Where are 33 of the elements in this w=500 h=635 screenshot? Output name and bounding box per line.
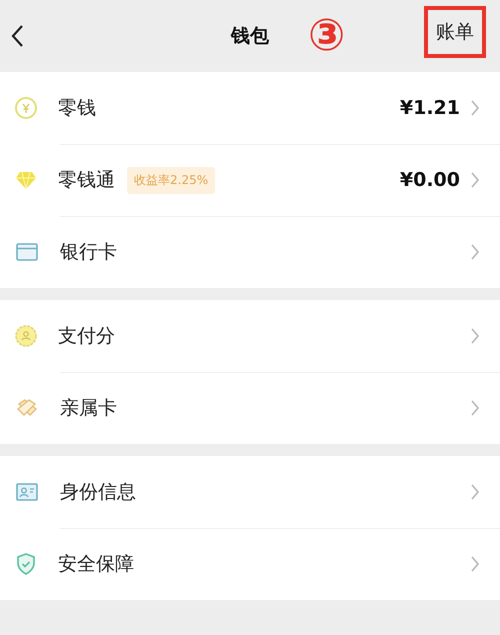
chevron-icon bbox=[470, 243, 480, 261]
item-label: 零钱 bbox=[58, 96, 96, 121]
chevron-icon bbox=[470, 555, 480, 573]
id-card-icon bbox=[14, 480, 40, 504]
menu-item[interactable]: 亲属卡 bbox=[0, 372, 500, 444]
menu-item[interactable]: 零钱通 收益率2.25% ¥0.00 bbox=[0, 144, 500, 216]
coin-icon bbox=[14, 96, 38, 120]
menu-item[interactable]: 零钱 ¥1.21 bbox=[0, 72, 500, 144]
item-label: 银行卡 bbox=[60, 240, 117, 265]
menu-item[interactable]: 安全保障 bbox=[0, 528, 500, 600]
bill-button[interactable]: 账单 bbox=[424, 6, 486, 58]
shield-icon bbox=[14, 552, 38, 576]
item-label: 亲属卡 bbox=[60, 396, 117, 421]
chevron-icon bbox=[470, 171, 480, 189]
step-marker: ③ bbox=[308, 10, 346, 62]
item-value: ¥1.21 bbox=[400, 97, 460, 119]
menu-item[interactable]: 身份信息 bbox=[0, 456, 500, 528]
item-label: 身份信息 bbox=[60, 480, 136, 505]
back-icon[interactable] bbox=[10, 24, 24, 48]
item-label: 零钱通 bbox=[58, 168, 115, 193]
rate-tag: 收益率2.25% bbox=[127, 166, 216, 194]
chevron-icon bbox=[470, 399, 480, 417]
page-title: 钱包 bbox=[231, 25, 269, 47]
menu-item[interactable]: 支付分 bbox=[0, 300, 500, 372]
item-label: 支付分 bbox=[58, 324, 115, 349]
bank-card-icon bbox=[14, 240, 40, 264]
item-label: 安全保障 bbox=[58, 552, 134, 577]
chevron-icon bbox=[470, 99, 480, 117]
badge-icon bbox=[14, 324, 38, 348]
item-value: ¥0.00 bbox=[400, 169, 460, 191]
chevron-icon bbox=[470, 483, 480, 501]
menu-item[interactable]: 银行卡 bbox=[0, 216, 500, 288]
chevron-icon bbox=[470, 327, 480, 345]
